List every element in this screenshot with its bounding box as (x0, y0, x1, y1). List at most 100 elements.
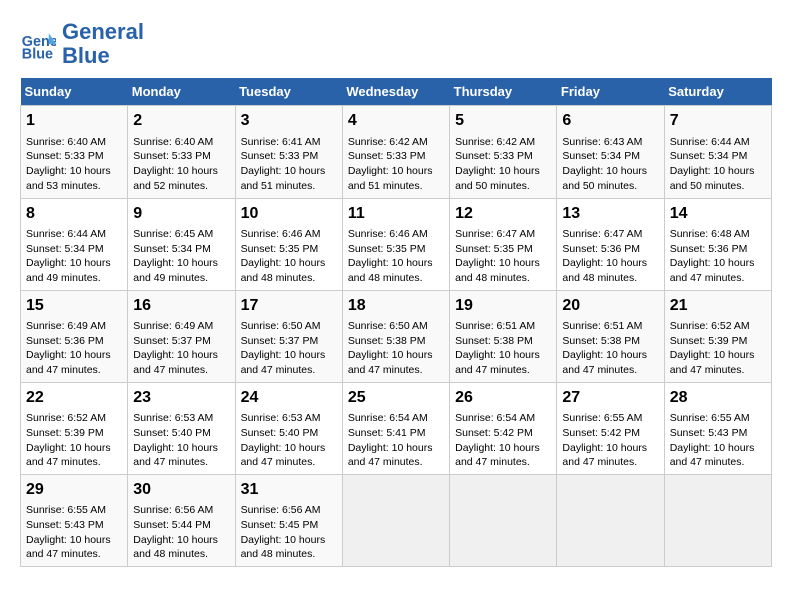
calendar-cell: 22Sunrise: 6:52 AM Sunset: 5:39 PM Dayli… (21, 382, 128, 474)
calendar-cell (450, 474, 557, 566)
day-number: 22 (26, 387, 122, 409)
calendar-cell: 27Sunrise: 6:55 AM Sunset: 5:42 PM Dayli… (557, 382, 664, 474)
calendar-cell: 31Sunrise: 6:56 AM Sunset: 5:45 PM Dayli… (235, 474, 342, 566)
day-info: Sunrise: 6:52 AM Sunset: 5:39 PM Dayligh… (26, 411, 122, 470)
day-info: Sunrise: 6:56 AM Sunset: 5:44 PM Dayligh… (133, 503, 229, 562)
day-number: 11 (348, 203, 444, 225)
week-row-1: 1 Sunrise: 6:40 AM Sunset: 5:33 PM Daylig… (21, 106, 772, 198)
day-number: 9 (133, 203, 229, 225)
day-number: 28 (670, 387, 766, 409)
calendar-cell (342, 474, 449, 566)
day-number: 1 (26, 110, 122, 132)
day-info: Sunrise: 6:47 AM Sunset: 5:36 PM Dayligh… (562, 227, 658, 286)
day-number: 25 (348, 387, 444, 409)
calendar-cell: 13Sunrise: 6:47 AM Sunset: 5:36 PM Dayli… (557, 198, 664, 290)
day-number: 10 (241, 203, 337, 225)
calendar-header: SundayMondayTuesdayWednesdayThursdayFrid… (21, 78, 772, 106)
svg-text:Blue: Blue (22, 47, 53, 63)
day-number: 6 (562, 110, 658, 132)
week-row-3: 15Sunrise: 6:49 AM Sunset: 5:36 PM Dayli… (21, 290, 772, 382)
calendar-cell: 3 Sunrise: 6:41 AM Sunset: 5:33 PM Daylig… (235, 106, 342, 198)
page-header: General Blue General Blue (20, 20, 772, 68)
day-info: Sunrise: 6:53 AM Sunset: 5:40 PM Dayligh… (241, 411, 337, 470)
day-number: 30 (133, 479, 229, 501)
day-number: 31 (241, 479, 337, 501)
day-number: 24 (241, 387, 337, 409)
day-info: Sunrise: 6:55 AM Sunset: 5:42 PM Dayligh… (562, 411, 658, 470)
day-info: Sunrise: 6:50 AM Sunset: 5:38 PM Dayligh… (348, 319, 444, 378)
calendar-cell (557, 474, 664, 566)
day-info: Sunrise: 6:55 AM Sunset: 5:43 PM Dayligh… (670, 411, 766, 470)
day-info: Sunrise: 6:54 AM Sunset: 5:41 PM Dayligh… (348, 411, 444, 470)
week-row-4: 22Sunrise: 6:52 AM Sunset: 5:39 PM Dayli… (21, 382, 772, 474)
day-info: Sunrise: 6:41 AM Sunset: 5:33 PM Dayligh… (241, 135, 337, 194)
calendar-cell: 6 Sunrise: 6:43 AM Sunset: 5:34 PM Daylig… (557, 106, 664, 198)
day-info: Sunrise: 6:56 AM Sunset: 5:45 PM Dayligh… (241, 503, 337, 562)
day-number: 4 (348, 110, 444, 132)
day-info: Sunrise: 6:42 AM Sunset: 5:33 PM Dayligh… (348, 135, 444, 194)
day-number: 18 (348, 295, 444, 317)
day-number: 23 (133, 387, 229, 409)
day-header-tuesday: Tuesday (235, 78, 342, 106)
day-header-friday: Friday (557, 78, 664, 106)
day-header-monday: Monday (128, 78, 235, 106)
day-number: 26 (455, 387, 551, 409)
calendar-cell (664, 474, 771, 566)
day-number: 15 (26, 295, 122, 317)
day-header-thursday: Thursday (450, 78, 557, 106)
calendar-cell: 26Sunrise: 6:54 AM Sunset: 5:42 PM Dayli… (450, 382, 557, 474)
day-info: Sunrise: 6:52 AM Sunset: 5:39 PM Dayligh… (670, 319, 766, 378)
day-number: 2 (133, 110, 229, 132)
week-row-5: 29Sunrise: 6:55 AM Sunset: 5:43 PM Dayli… (21, 474, 772, 566)
calendar-cell: 28Sunrise: 6:55 AM Sunset: 5:43 PM Dayli… (664, 382, 771, 474)
calendar-cell: 7 Sunrise: 6:44 AM Sunset: 5:34 PM Daylig… (664, 106, 771, 198)
day-info: Sunrise: 6:40 AM Sunset: 5:33 PM Dayligh… (26, 135, 122, 194)
day-info: Sunrise: 6:46 AM Sunset: 5:35 PM Dayligh… (348, 227, 444, 286)
calendar-cell: 5Sunrise: 6:42 AM Sunset: 5:33 PM Daylig… (450, 106, 557, 198)
day-header-saturday: Saturday (664, 78, 771, 106)
calendar-cell: 18Sunrise: 6:50 AM Sunset: 5:38 PM Dayli… (342, 290, 449, 382)
calendar-cell: 10Sunrise: 6:46 AM Sunset: 5:35 PM Dayli… (235, 198, 342, 290)
day-number: 14 (670, 203, 766, 225)
calendar-cell: 19Sunrise: 6:51 AM Sunset: 5:38 PM Dayli… (450, 290, 557, 382)
day-number: 17 (241, 295, 337, 317)
day-number: 3 (241, 110, 337, 132)
calendar-cell: 14Sunrise: 6:48 AM Sunset: 5:36 PM Dayli… (664, 198, 771, 290)
day-info: Sunrise: 6:44 AM Sunset: 5:34 PM Dayligh… (670, 135, 766, 194)
calendar-cell: 4 Sunrise: 6:42 AM Sunset: 5:33 PM Daylig… (342, 106, 449, 198)
calendar-cell: 23Sunrise: 6:53 AM Sunset: 5:40 PM Dayli… (128, 382, 235, 474)
week-row-2: 8Sunrise: 6:44 AM Sunset: 5:34 PM Daylig… (21, 198, 772, 290)
day-info: Sunrise: 6:54 AM Sunset: 5:42 PM Dayligh… (455, 411, 551, 470)
day-number: 12 (455, 203, 551, 225)
day-info: Sunrise: 6:40 AM Sunset: 5:33 PM Dayligh… (133, 135, 229, 194)
day-info: Sunrise: 6:47 AM Sunset: 5:35 PM Dayligh… (455, 227, 551, 286)
calendar-cell: 21Sunrise: 6:52 AM Sunset: 5:39 PM Dayli… (664, 290, 771, 382)
day-info: Sunrise: 6:43 AM Sunset: 5:34 PM Dayligh… (562, 135, 658, 194)
calendar-cell: 29Sunrise: 6:55 AM Sunset: 5:43 PM Dayli… (21, 474, 128, 566)
logo: General Blue General Blue (20, 20, 144, 68)
calendar-cell: 17Sunrise: 6:50 AM Sunset: 5:37 PM Dayli… (235, 290, 342, 382)
calendar-cell: 15Sunrise: 6:49 AM Sunset: 5:36 PM Dayli… (21, 290, 128, 382)
calendar-cell: 1 Sunrise: 6:40 AM Sunset: 5:33 PM Daylig… (21, 106, 128, 198)
day-number: 8 (26, 203, 122, 225)
calendar-cell: 20Sunrise: 6:51 AM Sunset: 5:38 PM Dayli… (557, 290, 664, 382)
day-number: 27 (562, 387, 658, 409)
day-number: 7 (670, 110, 766, 132)
calendar-cell: 30Sunrise: 6:56 AM Sunset: 5:44 PM Dayli… (128, 474, 235, 566)
calendar-cell: 16Sunrise: 6:49 AM Sunset: 5:37 PM Dayli… (128, 290, 235, 382)
day-number: 16 (133, 295, 229, 317)
day-info: Sunrise: 6:49 AM Sunset: 5:36 PM Dayligh… (26, 319, 122, 378)
day-number: 21 (670, 295, 766, 317)
day-number: 5 (455, 110, 551, 132)
day-number: 13 (562, 203, 658, 225)
calendar-cell: 9Sunrise: 6:45 AM Sunset: 5:34 PM Daylig… (128, 198, 235, 290)
day-header-wednesday: Wednesday (342, 78, 449, 106)
day-info: Sunrise: 6:51 AM Sunset: 5:38 PM Dayligh… (455, 319, 551, 378)
day-number: 29 (26, 479, 122, 501)
calendar-cell: 24Sunrise: 6:53 AM Sunset: 5:40 PM Dayli… (235, 382, 342, 474)
day-info: Sunrise: 6:51 AM Sunset: 5:38 PM Dayligh… (562, 319, 658, 378)
calendar-cell: 25Sunrise: 6:54 AM Sunset: 5:41 PM Dayli… (342, 382, 449, 474)
calendar-cell: 2 Sunrise: 6:40 AM Sunset: 5:33 PM Daylig… (128, 106, 235, 198)
day-number: 20 (562, 295, 658, 317)
day-info: Sunrise: 6:48 AM Sunset: 5:36 PM Dayligh… (670, 227, 766, 286)
